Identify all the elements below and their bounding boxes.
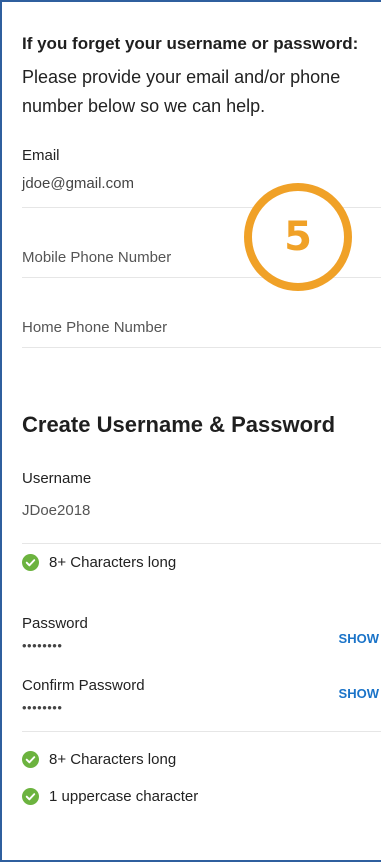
check-circle-icon <box>22 787 39 805</box>
intro-title: If you forget your username or password: <box>22 34 359 53</box>
password-rule: 8+ Characters long <box>22 749 381 769</box>
confirm-password-label: Confirm Password <box>22 677 145 694</box>
home-phone-field[interactable]: Home Phone Number <box>22 278 381 348</box>
username-value[interactable]: JDoe2018 <box>22 501 381 521</box>
step-number-badge: 5 <box>244 183 352 291</box>
phone-frame: If you forget your username or password:… <box>0 0 381 862</box>
password-rule-text: 1 uppercase character <box>49 787 199 805</box>
mobile-phone-placeholder: Mobile Phone Number <box>22 249 172 266</box>
username-field[interactable]: Username JDoe2018 <box>22 464 381 544</box>
check-circle-icon <box>22 750 39 768</box>
check-circle-icon <box>22 553 39 571</box>
step-number: 5 <box>284 214 312 260</box>
username-rule-text: 8+ Characters long <box>49 553 177 571</box>
username-rule: 8+ Characters long <box>22 552 381 572</box>
email-label: Email <box>22 147 60 164</box>
password-field[interactable]: Password •••••••• SHOW <box>22 614 381 674</box>
password-rule-text: 8+ Characters long <box>49 750 177 768</box>
confirm-password-field[interactable]: Confirm Password •••••••• SHOW <box>22 674 381 732</box>
username-label: Username <box>22 470 92 487</box>
home-phone-placeholder: Home Phone Number <box>22 319 168 336</box>
section-title: Create Username & Password <box>22 412 336 437</box>
password-rule: 1 uppercase character <box>22 786 381 806</box>
show-confirm-password-button[interactable]: SHOW <box>339 686 379 701</box>
password-label: Password <box>22 615 88 632</box>
show-password-button[interactable]: SHOW <box>339 631 379 646</box>
form-content: If you forget your username or password:… <box>2 2 381 806</box>
password-value[interactable]: •••••••• <box>22 638 381 654</box>
intro-text: Please provide your email and/or phone n… <box>22 67 341 116</box>
confirm-password-value[interactable]: •••••••• <box>22 700 381 716</box>
